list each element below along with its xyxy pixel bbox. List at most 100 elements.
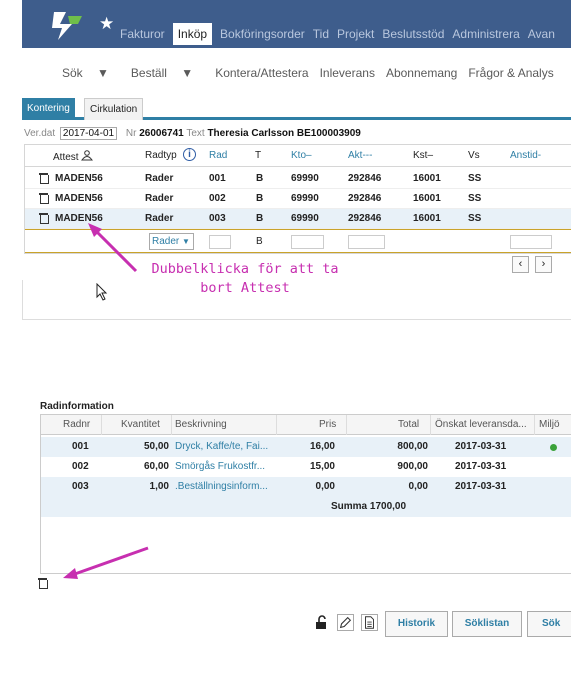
menu-administrera[interactable]: Administrera	[452, 27, 519, 45]
cell-beskrivning[interactable]: .Beställningsinform...	[175, 481, 268, 492]
radtyp-select[interactable]: Rader ▼	[149, 233, 194, 250]
delete-row-button[interactable]	[38, 578, 48, 592]
attest-row[interactable]: MADEN56 Rader 001 B 69990 292846 16001 S…	[25, 169, 571, 189]
col-miljo[interactable]: Miljö	[539, 419, 560, 430]
info-icon[interactable]: i	[183, 148, 196, 161]
tab-kontering[interactable]: Kontering	[22, 98, 75, 120]
prev-arrow-icon[interactable]: ‹	[512, 256, 529, 273]
cell-radtyp: Rader	[145, 213, 174, 224]
cell-kst: 16001	[413, 193, 441, 204]
cell-beskrivning[interactable]: Smörgås Frukostfr...	[175, 461, 265, 472]
trash-icon	[38, 578, 48, 589]
cell-t: B	[256, 213, 264, 224]
submenu-abonnemang[interactable]: Abonnemang	[386, 66, 457, 80]
cell-attest[interactable]: MADEN56	[55, 193, 103, 204]
menu-fakturor[interactable]: Fakturor	[120, 27, 165, 45]
cell-kvantitet: 60,00	[143, 461, 169, 472]
cell-pris: 16,00	[309, 441, 335, 452]
col-vs[interactable]: Vs	[468, 150, 480, 161]
trash-icon[interactable]	[39, 173, 49, 184]
cell-akt: 292846	[348, 173, 382, 184]
cell-akt: 292846	[348, 193, 382, 204]
verdat-label: Ver.dat	[24, 128, 56, 139]
col-radtyp[interactable]: Radtyp	[145, 150, 177, 161]
menu-avan[interactable]: Avan	[528, 27, 555, 45]
akt-input[interactable]	[348, 235, 385, 249]
submenu-sok[interactable]: Sök ▼	[62, 66, 120, 80]
col-attest-label: Attest	[53, 152, 79, 163]
cell-vs: SS	[468, 173, 482, 184]
cell-attest[interactable]: MADEN56	[55, 173, 103, 184]
document-icon[interactable]	[361, 614, 378, 631]
cell-total: 0,00	[408, 481, 428, 492]
sok-button[interactable]: Sök	[527, 611, 571, 637]
submenu-bestall[interactable]: Beställ ▼	[131, 66, 204, 80]
col-kst[interactable]: Kst–	[413, 150, 433, 161]
cell-datum: 2017-03-31	[455, 461, 507, 472]
trash-icon[interactable]	[39, 193, 49, 204]
submenu-kontera[interactable]: Kontera/Attestera	[215, 66, 308, 80]
col-rad[interactable]: Rad	[209, 150, 227, 161]
attest-grid-header: Attest Radtyp i Rad T Kto– Akt--- Kst– V…	[25, 145, 571, 167]
radinfo-row[interactable]: 002 60,00 Smörgås Frukostfr... 15,00 900…	[41, 457, 571, 477]
unlock-icon[interactable]	[313, 614, 330, 631]
col-kvantitet[interactable]: Kvantitet	[121, 419, 160, 430]
sub-menu: Sök ▼ Beställ ▼ Kontera/Attestera Inleve…	[62, 66, 565, 80]
kto-input[interactable]	[291, 235, 324, 249]
summa-total: Summa 1700,00	[331, 501, 407, 512]
logo-icon	[52, 12, 82, 40]
cell-vs: SS	[468, 213, 482, 224]
cell-radtyp: Rader	[145, 173, 174, 184]
cell-beskrivning[interactable]: Dryck, Kaffe/te, Fai...	[175, 441, 268, 452]
submenu-inleverans[interactable]: Inleverans	[320, 66, 375, 80]
chevron-down-icon: ▼	[181, 66, 194, 80]
anstid-input[interactable]	[510, 235, 552, 249]
rad-input[interactable]	[209, 235, 231, 249]
attest-row[interactable]: MADEN56 Rader 002 B 69990 292846 16001 S…	[25, 189, 571, 209]
radinfo-row[interactable]: 001 50,00 Dryck, Kaffe/te, Fai... 16,00 …	[41, 437, 571, 457]
radtyp-select-value: Rader	[152, 236, 180, 247]
top-navigation: ★ Fakturor Inköp Bokföringsorder Tid Pro…	[22, 0, 571, 100]
tab-bar: Kontering Cirkulation	[22, 96, 571, 120]
verdat-field[interactable]: 2017-04-01	[59, 127, 118, 140]
col-kto[interactable]: Kto–	[291, 150, 312, 161]
cell-kvantitet: 1,00	[149, 481, 169, 492]
menu-inkop[interactable]: Inköp	[172, 23, 213, 45]
cell-kto: 69990	[291, 213, 319, 224]
trash-icon[interactable]	[39, 213, 49, 224]
tab-cirkulation[interactable]: Cirkulation	[84, 98, 144, 120]
col-pris[interactable]: Pris	[319, 419, 336, 430]
cell-datum: 2017-03-31	[455, 481, 507, 492]
col-total[interactable]: Total	[398, 419, 419, 430]
annotation-text: Dubbelklicka för att ta bort Attest	[151, 261, 339, 296]
cell-pris: 15,00	[309, 461, 335, 472]
cell-radnr: 002	[72, 461, 89, 472]
col-akt[interactable]: Akt---	[348, 150, 372, 161]
col-attest[interactable]: Attest	[53, 150, 94, 163]
submenu-bestall-label: Beställ	[130, 66, 167, 80]
sub-menu-bar: Sök ▼ Beställ ▼ Kontera/Attestera Inleve…	[22, 48, 571, 100]
menu-beslutsstod[interactable]: Beslutsstöd	[382, 27, 444, 45]
soklistan-button[interactable]: Söklistan	[452, 611, 522, 637]
favorites-star-icon[interactable]: ★	[99, 14, 114, 34]
menu-bokforingsorder[interactable]: Bokföringsorder	[220, 27, 305, 45]
col-t[interactable]: T	[255, 150, 261, 161]
cell-total: 900,00	[397, 461, 428, 472]
main-menu: Fakturor Inköp Bokföringsorder Tid Proje…	[120, 23, 563, 45]
historik-button[interactable]: Historik	[385, 611, 448, 637]
submenu-sok-label: Sök	[62, 66, 83, 80]
cell-kto: 69990	[291, 173, 319, 184]
next-arrow-icon[interactable]: ›	[535, 256, 552, 273]
cell-pris: 0,00	[315, 481, 335, 492]
radinfo-row[interactable]: 003 1,00 .Beställningsinform... 0,00 0,0…	[41, 477, 571, 497]
submenu-fragor[interactable]: Frågor & Analys	[468, 66, 553, 80]
menu-tid[interactable]: Tid	[313, 27, 329, 45]
edit-pencil-icon[interactable]	[337, 614, 354, 631]
col-radnr[interactable]: Radnr	[63, 419, 90, 430]
cell-kst: 16001	[413, 213, 441, 224]
col-onskat-leveransdatum[interactable]: Önskat leveransda...	[435, 419, 527, 430]
col-beskrivning[interactable]: Beskrivning	[175, 419, 227, 430]
radinfo-title: Radinformation	[40, 401, 114, 412]
col-anstid[interactable]: Anstid-	[510, 150, 541, 161]
menu-projekt[interactable]: Projekt	[337, 27, 374, 45]
